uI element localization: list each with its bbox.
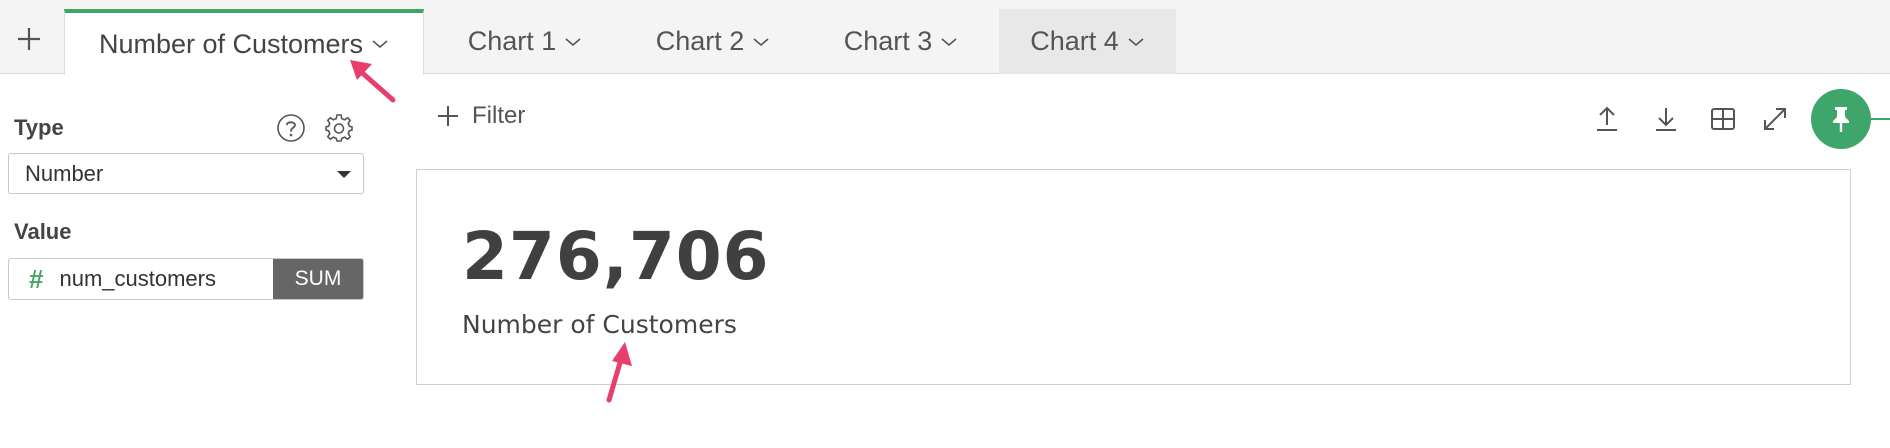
filter-label: Filter [472,102,526,129]
fullscreen-button[interactable] [1755,100,1795,138]
pin-button[interactable] [1811,89,1871,149]
expand-icon [1764,108,1786,130]
metric-label: Number of Customers [462,310,737,339]
chevron-down-icon [940,36,958,48]
tab-bar: Number of Customers Chart 1 Chart 2 Char… [0,0,1890,75]
tab-chart-1[interactable]: Chart 1 [445,9,605,74]
type-label: Type [14,115,64,140]
pin-icon [1833,107,1849,132]
numeric-type-icon: # [29,263,44,294]
caret-down-icon [337,171,351,178]
value-label: Value [14,219,72,244]
metric-value: 276,706 [462,218,770,295]
tab-chart-4[interactable]: Chart 4 [999,9,1176,74]
upload-button[interactable] [1587,100,1627,138]
table-view-button[interactable] [1703,100,1743,138]
plus-icon [436,104,460,128]
number-card: 276,706 Number of Customers [416,169,1851,385]
value-column-name: num_customers [59,266,216,291]
tab-chart-2[interactable]: Chart 2 [633,9,793,74]
tab-number-of-customers[interactable]: Number of Customers [64,9,424,75]
question-circle-icon [277,114,305,142]
chart-type-select[interactable]: Number [8,153,364,194]
table-icon [1711,108,1735,130]
tab-label: Chart 3 [843,26,933,56]
tab-label: Number of Customers [98,28,364,59]
chevron-down-icon [752,36,770,48]
help-button[interactable] [274,111,308,145]
settings-button[interactable] [322,111,356,145]
gear-icon [325,114,353,142]
download-button[interactable] [1646,100,1686,138]
value-column-field[interactable]: # num_customers SUM [8,258,364,300]
download-icon [1656,108,1676,131]
add-tab-button[interactable] [12,22,46,56]
tab-label: Chart 1 [467,26,557,56]
chevron-down-icon [564,36,582,48]
aggregation-button[interactable]: SUM [273,259,363,299]
tab-label: Chart 4 [1030,26,1119,56]
tab-label: Chart 2 [655,26,745,56]
filter-button[interactable]: Filter [436,102,525,130]
chevron-down-icon [371,38,389,50]
chart-type-value: Number [25,160,104,186]
tab-chart-3[interactable]: Chart 3 [821,9,981,74]
upload-icon [1597,106,1617,131]
chevron-down-icon [1127,36,1145,48]
plus-icon [18,28,40,50]
pin-connector-line [1871,118,1890,120]
